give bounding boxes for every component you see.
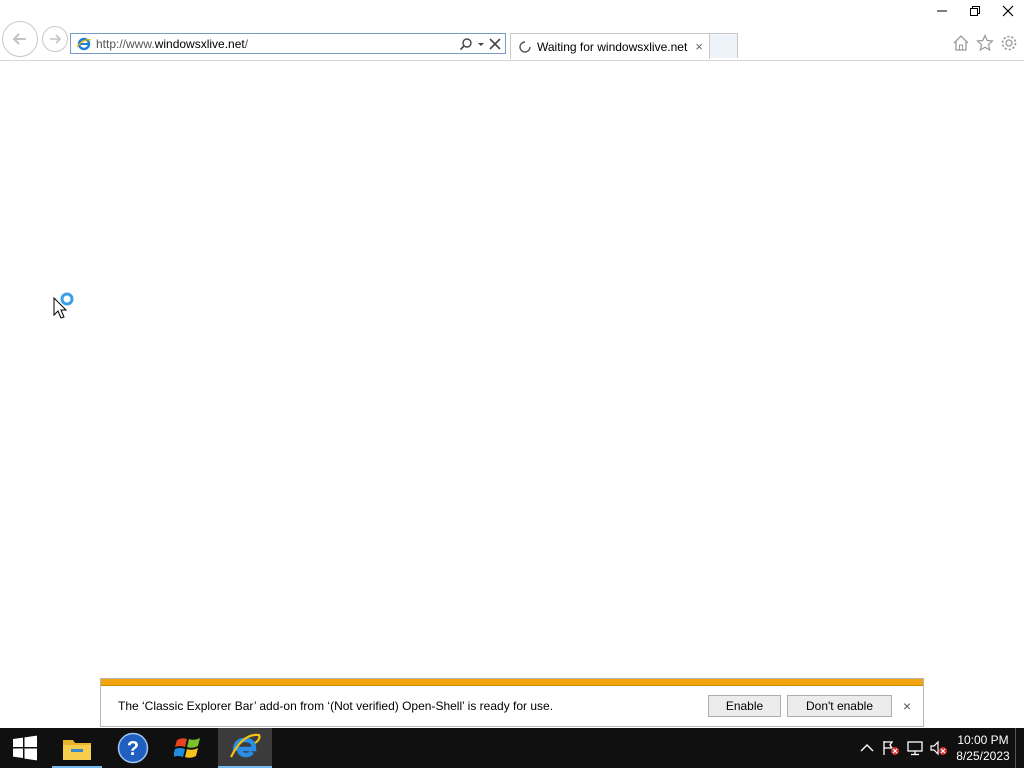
stop-loading-icon[interactable] xyxy=(489,38,501,50)
taskbar-help-and-support[interactable]: ? xyxy=(106,728,160,768)
notification-close-icon[interactable]: × xyxy=(903,698,911,714)
start-button[interactable] xyxy=(0,728,50,768)
forward-button[interactable] xyxy=(42,26,68,52)
search-icon[interactable] xyxy=(459,37,473,51)
address-bar[interactable]: http://www.windowsxlive.net/ xyxy=(70,33,506,54)
volume-muted-icon[interactable] xyxy=(927,728,951,768)
ie-favicon-icon xyxy=(76,36,92,55)
internet-explorer-icon xyxy=(230,733,261,758)
minimize-button[interactable] xyxy=(925,0,958,22)
favorites-star-icon[interactable] xyxy=(976,34,994,52)
addon-notification-bar: The ‘Classic Explorer Bar’ add-on from ‘… xyxy=(100,678,924,727)
back-button[interactable] xyxy=(2,21,38,57)
windows-start-icon xyxy=(13,735,37,761)
notification-accent-stripe xyxy=(101,679,923,686)
svg-text:?: ? xyxy=(127,738,139,760)
forward-arrow-icon xyxy=(50,34,62,44)
windows-flag-icon xyxy=(174,738,200,758)
enable-button[interactable]: Enable xyxy=(708,695,781,717)
taskbar-file-explorer[interactable] xyxy=(50,728,104,768)
busy-cursor-icon xyxy=(53,292,79,323)
window-controls xyxy=(925,0,1024,22)
back-arrow-icon xyxy=(12,33,26,45)
taskbar-internet-explorer[interactable] xyxy=(218,728,272,768)
restore-icon xyxy=(969,6,980,16)
restore-button[interactable] xyxy=(958,0,991,22)
notification-message: The ‘Classic Explorer Bar’ add-on from ‘… xyxy=(118,699,554,713)
minimize-icon xyxy=(936,10,947,12)
close-window-button[interactable] xyxy=(991,0,1024,22)
new-tab-button[interactable] xyxy=(710,33,738,58)
system-tray: 10:00 PM 8/25/2023 xyxy=(855,728,1024,768)
address-tools xyxy=(459,36,501,52)
taskbar-clock[interactable]: 10:00 PM 8/25/2023 xyxy=(951,728,1015,768)
show-desktop-button[interactable] xyxy=(1015,728,1024,768)
home-icon[interactable] xyxy=(952,34,970,52)
taskbar: ? 10:00 PM 8/25/2023 xyxy=(0,728,1024,768)
tab-active[interactable]: Waiting for windowsxlive.net × xyxy=(510,33,710,59)
tab-title: Waiting for windowsxlive.net xyxy=(537,40,688,54)
clock-date: 8/25/2023 xyxy=(956,749,1010,763)
clock-time: 10:00 PM xyxy=(957,733,1009,747)
address-url[interactable]: http://www.windowsxlive.net/ xyxy=(96,37,248,51)
dont-enable-button[interactable]: Don't enable xyxy=(787,695,892,717)
action-center-flag-icon[interactable] xyxy=(879,728,903,768)
taskbar-windows-app[interactable] xyxy=(162,728,216,768)
loading-spinner-icon xyxy=(519,41,531,56)
browser-toolbar xyxy=(952,34,1018,52)
network-icon[interactable] xyxy=(903,728,927,768)
chevron-down-icon[interactable] xyxy=(477,37,485,51)
show-hidden-icons-chevron-icon[interactable] xyxy=(855,728,879,768)
help-icon: ? xyxy=(117,732,149,764)
close-icon xyxy=(1002,5,1013,17)
browser-chrome: http://www.windowsxlive.net/ Waiting for… xyxy=(0,0,1024,61)
tab-close-icon[interactable]: × xyxy=(695,39,703,54)
settings-gear-icon[interactable] xyxy=(1000,34,1018,52)
folder-icon xyxy=(63,740,91,760)
